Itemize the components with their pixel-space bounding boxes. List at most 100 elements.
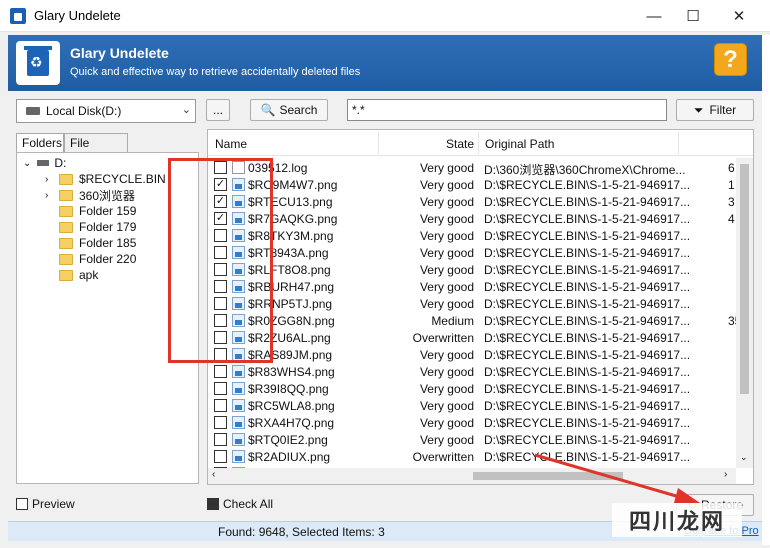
table-row[interactable]: $RTQ0IE2.png Very good D:\$RECYCLE.BIN\S-1… bbox=[208, 431, 744, 448]
table-row[interactable]: $RAS89JM.png Very good D:\$RECYCLE.BIN\S-1… bbox=[208, 346, 744, 363]
row-checkbox[interactable] bbox=[214, 161, 227, 174]
row-checkbox[interactable] bbox=[214, 365, 227, 378]
vertical-scrollbar[interactable]: ⌄ bbox=[736, 158, 753, 468]
table-row[interactable]: $R39I8QQ.png Very good D:\$RECYCLE.BIN\S-1… bbox=[208, 380, 744, 397]
file-original-path: D:\$RECYCLE.BIN\S-1-5-21-946917... bbox=[484, 263, 691, 277]
tree-item[interactable]: Folder 185 bbox=[59, 235, 136, 251]
tree-item[interactable]: Folder 159 bbox=[59, 203, 136, 219]
drive-select-value: Local Disk(D:) bbox=[46, 104, 122, 118]
watermark: 四川龙网 bbox=[612, 503, 742, 537]
horizontal-scrollbar[interactable]: ‹ › bbox=[208, 468, 736, 484]
collapse-icon[interactable]: ⌄ bbox=[23, 158, 31, 169]
scroll-thumb[interactable] bbox=[740, 164, 749, 394]
scroll-right-icon[interactable]: › bbox=[724, 469, 727, 480]
scroll-down-icon[interactable]: ⌄ bbox=[740, 452, 748, 463]
tree-item[interactable]: › 360浏览器 bbox=[45, 187, 135, 203]
tree-root[interactable]: ⌄ D: bbox=[23, 155, 66, 171]
table-row[interactable]: $R83WHS4.png Very good D:\$RECYCLE.BIN\S-1… bbox=[208, 363, 744, 380]
row-checkbox[interactable] bbox=[214, 416, 227, 429]
file-state: Very good bbox=[419, 416, 474, 430]
column-separator[interactable] bbox=[378, 132, 379, 154]
row-checkbox[interactable] bbox=[214, 331, 227, 344]
table-row[interactable]: $R2ZU6AL.png Overwritten D:\$RECYCLE.BIN\S… bbox=[208, 329, 744, 346]
column-state[interactable]: State bbox=[446, 137, 474, 151]
column-original-path[interactable]: Original Path bbox=[485, 137, 554, 151]
folder-icon bbox=[59, 189, 73, 201]
row-checkbox[interactable]: ✓ bbox=[214, 195, 227, 208]
check-all-checkbox[interactable] bbox=[207, 498, 219, 510]
help-button[interactable]: ? bbox=[714, 43, 747, 76]
tab-file-types[interactable]: File Types bbox=[64, 133, 128, 164]
file-original-path: D:\$RECYCLE.BIN\S-1-5-21-946917... bbox=[484, 314, 691, 328]
column-name[interactable]: Name bbox=[215, 137, 247, 151]
row-checkbox[interactable] bbox=[214, 297, 227, 310]
status-found: Found: 9648, Selected Items: 3 bbox=[218, 525, 385, 539]
image-file-icon bbox=[232, 229, 245, 242]
file-state: Very good bbox=[419, 382, 474, 396]
file-state: Very good bbox=[419, 178, 474, 192]
chevron-down-icon: ⌄ bbox=[181, 104, 191, 116]
maximize-button[interactable]: ☐ bbox=[670, 0, 716, 32]
row-checkbox[interactable] bbox=[214, 263, 227, 276]
table-row[interactable]: $RT8943A.png Very good D:\$RECYCLE.BIN\S-1… bbox=[208, 244, 744, 261]
column-separator[interactable] bbox=[678, 132, 679, 154]
file-state: Very good bbox=[419, 246, 474, 260]
column-separator[interactable] bbox=[478, 132, 479, 154]
search-button-label: Search bbox=[279, 103, 318, 117]
file-mask-input[interactable]: *.* bbox=[347, 99, 667, 121]
row-checkbox[interactable] bbox=[214, 450, 227, 463]
table-row[interactable]: $R0ZGG8N.png Medium D:\$RECYCLE.BIN\S-1-5-… bbox=[208, 312, 744, 329]
file-size-partial: 6 bbox=[728, 161, 735, 175]
table-row[interactable]: $RBURH47.png Very good D:\$RECYCLE.BIN\S-1… bbox=[208, 278, 744, 295]
preview-checkbox[interactable] bbox=[16, 498, 28, 510]
search-button[interactable]: 🔍 Search bbox=[250, 99, 328, 121]
table-row[interactable]: ✓ $R7GAQKG.png Very good D:\$RECYCLE.BIN\S-… bbox=[208, 210, 744, 227]
image-file-icon bbox=[232, 382, 245, 395]
file-state: Very good bbox=[419, 195, 474, 209]
table-row[interactable]: $RRNP5TJ.png Very good D:\$RECYCLE.BIN\S-1… bbox=[208, 295, 744, 312]
file-name: $RRNP5TJ.png bbox=[248, 297, 333, 311]
check-all-toggle[interactable]: Check All bbox=[207, 497, 273, 511]
file-name: $R8TKY3M.png bbox=[248, 229, 334, 243]
table-row[interactable]: ✓ $RO9M4W7.png Very good D:\$RECYCLE.BIN\S-… bbox=[208, 176, 744, 193]
row-checkbox[interactable] bbox=[214, 399, 227, 412]
row-checkbox[interactable]: ✓ bbox=[214, 212, 227, 225]
table-row[interactable]: $RXA4H7Q.png Very good D:\$RECYCLE.BIN\S-1… bbox=[208, 414, 744, 431]
scroll-thumb[interactable] bbox=[473, 472, 623, 480]
file-state: Very good bbox=[419, 263, 474, 277]
table-row[interactable]: $RC5WLA8.png Very good D:\$RECYCLE.BIN\S-1… bbox=[208, 397, 744, 414]
row-checkbox[interactable] bbox=[214, 382, 227, 395]
preview-toggle[interactable]: Preview bbox=[16, 497, 75, 511]
tab-folders[interactable]: Folders bbox=[16, 133, 64, 154]
row-checkbox[interactable] bbox=[214, 246, 227, 259]
expand-icon[interactable]: › bbox=[45, 174, 59, 185]
tree-item[interactable]: › $RECYCLE.BIN bbox=[45, 171, 166, 187]
tree-item[interactable]: Folder 179 bbox=[59, 219, 136, 235]
browse-button[interactable]: ... bbox=[206, 99, 230, 121]
table-row[interactable]: $RLFT8O8.png Very good D:\$RECYCLE.BIN\S-1… bbox=[208, 261, 744, 278]
row-checkbox[interactable] bbox=[214, 348, 227, 361]
file-state: Very good bbox=[419, 399, 474, 413]
row-checkbox[interactable]: ✓ bbox=[214, 178, 227, 191]
drive-select[interactable]: Local Disk(D:) ⌄ bbox=[16, 99, 196, 123]
tree-item[interactable]: Folder 220 bbox=[59, 251, 136, 267]
tree-item[interactable]: apk bbox=[59, 267, 98, 283]
table-row[interactable]: $R2ADIUX.png Overwritten D:\$RECYCLE.BIN\S… bbox=[208, 448, 744, 465]
row-checkbox[interactable] bbox=[214, 314, 227, 327]
row-checkbox[interactable] bbox=[214, 280, 227, 293]
table-row[interactable]: $R8TKY3M.png Very good D:\$RECYCLE.BIN\S-1… bbox=[208, 227, 744, 244]
image-file-icon bbox=[232, 365, 245, 378]
row-checkbox[interactable] bbox=[214, 433, 227, 446]
scroll-left-icon[interactable]: ‹ bbox=[212, 469, 215, 480]
row-checkbox[interactable] bbox=[214, 229, 227, 242]
table-row[interactable]: 039512.log Very good D:\360浏览器\360ChromeX\… bbox=[208, 159, 744, 177]
file-name: $RTECU13.png bbox=[248, 195, 333, 209]
filter-icon: ⏷ bbox=[693, 102, 704, 117]
table-row[interactable]: ✓ $RTECU13.png Very good D:\$RECYCLE.BIN\S-… bbox=[208, 193, 744, 210]
file-name: $R39I8QQ.png bbox=[248, 382, 329, 396]
expand-icon[interactable]: › bbox=[45, 190, 59, 201]
file-state: Very good bbox=[419, 433, 474, 447]
file-original-path: D:\$RECYCLE.BIN\S-1-5-21-946917... bbox=[484, 178, 691, 192]
filter-button[interactable]: ⏷ Filter bbox=[676, 99, 754, 121]
close-button[interactable]: ✕ bbox=[716, 0, 762, 32]
